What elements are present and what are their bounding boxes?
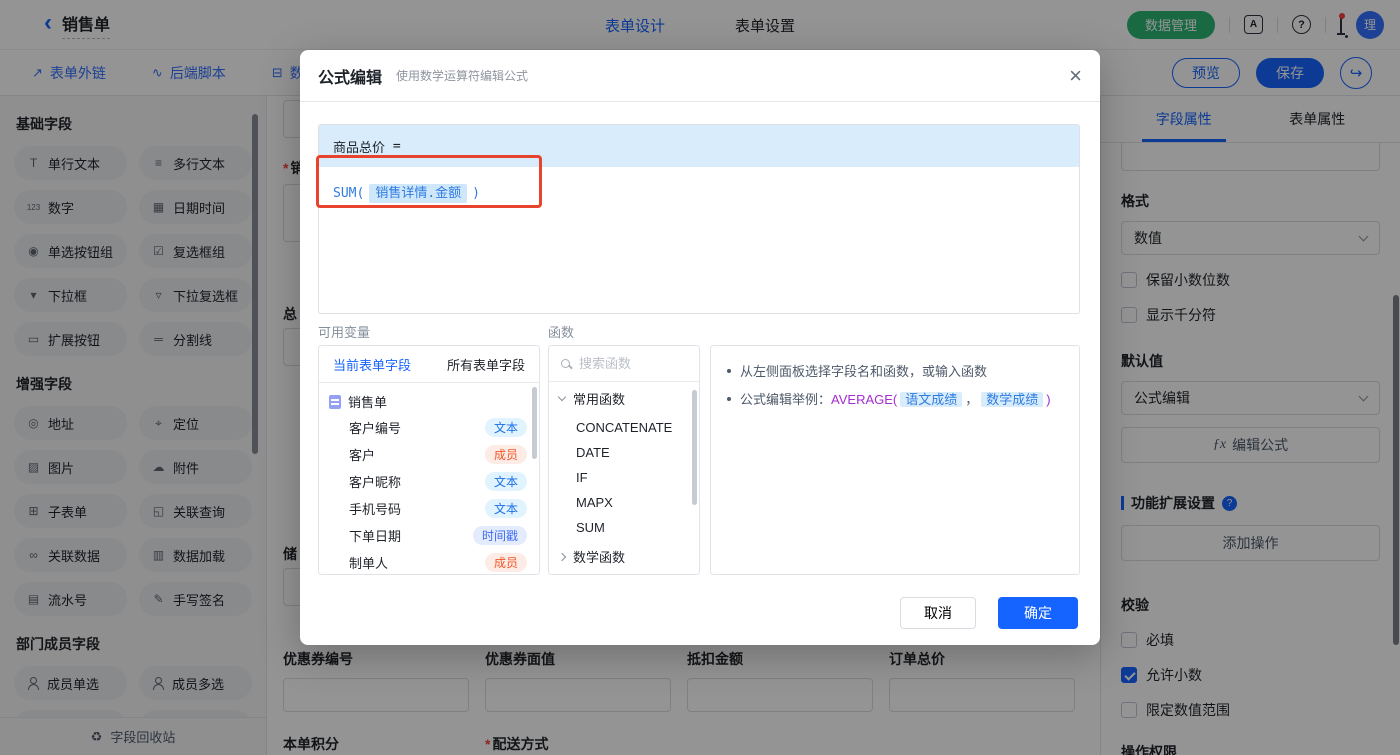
variable-row-客户编号[interactable]: 客户编号 文本 — [319, 414, 539, 441]
function-group-数学函数[interactable]: 数学函数 — [549, 540, 699, 573]
document-icon — [329, 394, 341, 409]
formula-editor-modal: 公式编辑 使用数学运算符编辑公式 × 商品总价 = SUM( 销售详情.金额) 可… — [300, 50, 1100, 645]
example-close-paren: ) — [1046, 392, 1051, 408]
variable-name: 客户 — [349, 448, 376, 463]
variables-tree-root[interactable]: 销售单 — [319, 383, 539, 414]
formula-equals: = — [392, 138, 401, 154]
confirm-button[interactable]: 确定 — [998, 597, 1078, 629]
help-body: 从左侧面板选择字段名和函数，或输入函数 公式编辑举例：AVERAGE(语文成绩，… — [711, 346, 1079, 433]
help-example-text: 公式编辑举例：AVERAGE(语文成绩，数学成绩) — [740, 392, 1051, 408]
close-icon[interactable]: × — [1069, 64, 1082, 87]
bullet-dot — [727, 397, 731, 402]
function-group-文本函数[interactable]: 文本函数 — [549, 573, 699, 574]
tab-all-form-fields[interactable]: 所有表单字段 — [447, 355, 525, 374]
tab-current-form-fields[interactable]: 当前表单字段 — [333, 355, 411, 374]
example-function: AVERAGE( — [831, 392, 898, 408]
help-tip-text: 从左侧面板选择字段名和函数，或输入函数 — [740, 364, 988, 379]
functions-scrollbar[interactable] — [692, 390, 697, 505]
modal-header: 公式编辑 使用数学运算符编辑公式 × — [300, 50, 1100, 102]
help-panel: 从左侧面板选择字段名和函数，或输入函数 公式编辑举例：AVERAGE(语文成绩，… — [710, 345, 1080, 575]
variables-tabs: 当前表单字段 所有表单字段 — [319, 346, 539, 383]
variables-scrollbar[interactable] — [532, 387, 537, 459]
example-field-tag: 语文成绩 — [900, 392, 963, 408]
modal-subtitle: 使用数学运算符编辑公式 — [396, 69, 529, 83]
variables-section-label: 可用变量 — [318, 325, 371, 340]
variable-row-客户[interactable]: 客户 成员 — [319, 441, 539, 468]
variable-row-制单人[interactable]: 制单人 成员 — [319, 549, 539, 574]
function-group-常用函数[interactable]: 常用函数 — [549, 382, 699, 415]
help-tip: 从左侧面板选择字段名和函数，或输入函数 — [727, 361, 1063, 382]
functions-section-label: 函数 — [548, 325, 575, 340]
function-item-CONCATENATE[interactable]: CONCATENATE — [549, 415, 699, 440]
example-field-tag: 数学成绩 — [981, 392, 1044, 408]
formula-function: SUM( — [333, 186, 365, 201]
search-icon — [561, 359, 570, 368]
variables-panel: 当前表单字段 所有表单字段 销售单 客户编号 文本 客户 成员 客户昵称 文本 手机号码 文本… — [318, 345, 540, 575]
function-item-MAPX[interactable]: MAPX — [549, 490, 699, 515]
formula-target: 商品总价 — [333, 140, 386, 156]
cancel-button[interactable]: 取消 — [900, 597, 976, 629]
formula-close-paren: ) — [472, 186, 480, 201]
variable-type-tag: 成员 — [484, 553, 527, 572]
function-item-DATE[interactable]: DATE — [549, 440, 699, 465]
chevron-down-icon — [557, 392, 567, 402]
variable-name: 下单日期 — [349, 529, 402, 544]
function-item-SUM[interactable]: SUM — [549, 515, 699, 540]
root-form-name: 销售单 — [348, 395, 388, 410]
formula-editor-box: 商品总价 = SUM( 销售详情.金额) — [318, 124, 1080, 314]
app-root: ‹ 销售单 表单设计 表单设置 数据管理 A ? 理 ↗表单外链∿后端脚本⊟数据… — [0, 0, 1400, 755]
function-search-row — [549, 346, 699, 382]
formula-field-tag[interactable]: 销售详情.金额 — [369, 184, 468, 203]
variable-name: 制单人 — [349, 556, 389, 571]
formula-target-bar: 商品总价 = — [319, 125, 1079, 167]
modal-footer: 取消 确定 — [900, 597, 1078, 629]
variable-name: 客户编号 — [349, 421, 402, 436]
formula-input-area[interactable]: SUM( 销售详情.金额) — [319, 167, 1079, 216]
example-separator: ， — [965, 392, 979, 408]
variable-type-tag: 成员 — [484, 445, 527, 464]
modal-title: 公式编辑 — [318, 69, 383, 87]
variable-type-tag: 文本 — [484, 472, 527, 491]
variable-rows: 客户编号 文本 客户 成员 客户昵称 文本 手机号码 文本 下单日期 时间戳 制单人 成员 — [319, 414, 539, 574]
function-group-label: 常用函数 — [573, 392, 626, 407]
function-rows: 常用函数 CONCATENATEDATEIFMAPXSUM 数学函数文本函数 — [549, 382, 699, 574]
variable-row-客户昵称[interactable]: 客户昵称 文本 — [319, 468, 539, 495]
variable-name: 客户昵称 — [349, 475, 402, 490]
variable-type-tag: 文本 — [484, 499, 527, 518]
variable-type-tag: 时间戳 — [472, 526, 527, 545]
help-example: 公式编辑举例：AVERAGE(语文成绩，数学成绩) — [727, 389, 1063, 410]
variable-name: 手机号码 — [349, 502, 402, 517]
variable-type-tag: 文本 — [484, 418, 527, 437]
variable-row-手机号码[interactable]: 手机号码 文本 — [319, 495, 539, 522]
function-search-input[interactable] — [579, 356, 671, 371]
function-group-label: 数学函数 — [573, 550, 626, 565]
functions-panel: 常用函数 CONCATENATEDATEIFMAPXSUM 数学函数文本函数 — [548, 345, 700, 575]
chevron-right-icon — [557, 552, 567, 561]
variable-row-下单日期[interactable]: 下单日期 时间戳 — [319, 522, 539, 549]
function-item-IF[interactable]: IF — [549, 465, 699, 490]
bullet-dot — [727, 369, 731, 373]
